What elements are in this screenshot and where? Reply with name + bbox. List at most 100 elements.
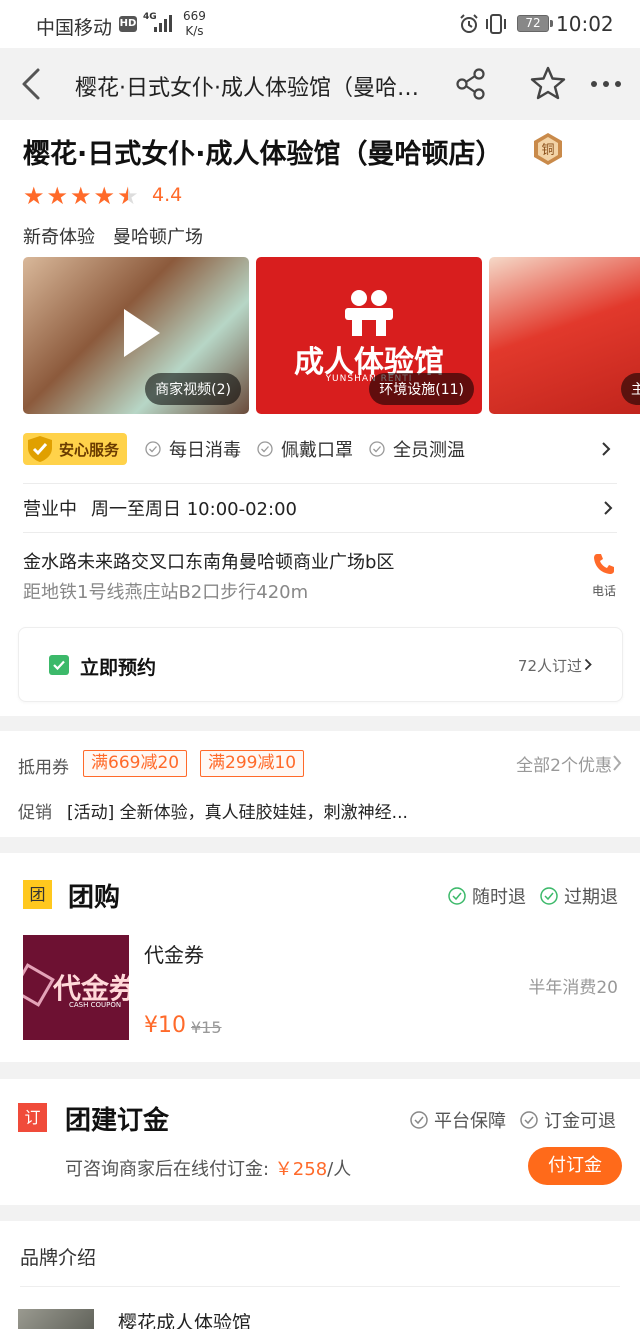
group-buy-icon: 团: [23, 880, 52, 909]
platform-guarantee-badge: 平台保障: [410, 1107, 506, 1133]
hexagon-logo-icon: [23, 963, 55, 1007]
promo-text[interactable]: [活动] 全新体验，真人硅胶娃娃，刺激神经...: [67, 798, 408, 823]
shop-name: 樱花·日式女仆·成人体验馆（曼哈顿店）: [23, 139, 503, 170]
safe-service-badge: 安心服务: [23, 433, 127, 465]
divider: [23, 483, 617, 484]
rating-score: 4.4: [152, 184, 183, 206]
check-circle-icon: [520, 1111, 538, 1129]
star-icon: ★: [46, 182, 69, 210]
share-icon[interactable]: [455, 68, 487, 100]
bronze-medal-icon: 铜: [534, 133, 562, 165]
booking-count: 72人订过: [517, 657, 582, 675]
deal-name[interactable]: 代金券: [144, 939, 204, 968]
metro-distance: 距地铁1号线燕庄站B2口步行420m: [23, 582, 309, 603]
speed-value: 669: [183, 9, 206, 23]
platform-guarantee-label: 平台保障: [434, 1111, 506, 1132]
check-circle-icon: [369, 441, 385, 457]
deal-original-price: ¥15: [191, 1018, 222, 1037]
expire-refund-badge-label: 过期退: [564, 887, 618, 908]
promo-label: 促销: [18, 803, 52, 823]
pay-deposit-button[interactable]: 付订金: [528, 1147, 622, 1185]
discounts-card: 抵用券 满669减20 满299减10 全部2个优惠 促销 [活动] 全新体验，…: [0, 731, 640, 837]
nav-title: 樱花·日式女仆·成人体验馆（曼哈顿店）: [75, 76, 425, 101]
book-now-label[interactable]: 立即预约: [80, 653, 156, 680]
coupon-tag[interactable]: 满299减10: [200, 750, 305, 777]
chevron-right-icon[interactable]: [584, 658, 592, 671]
refund-badge: 随时退: [448, 883, 526, 909]
favorite-star-icon[interactable]: [530, 66, 566, 100]
shield-icon: [28, 436, 52, 462]
deposit-desc-suffix: /人: [327, 1159, 352, 1180]
main-product-thumbnail[interactable]: 主营: [489, 257, 640, 414]
safe-service-row[interactable]: 安心服务 每日消毒 佩戴口罩 全员测温: [23, 433, 623, 465]
chevron-right-icon[interactable]: [601, 441, 611, 457]
deal-image-subtext: CASH COUPON: [69, 1001, 122, 1009]
star-icon: ★: [93, 182, 116, 210]
location-tag[interactable]: 曼哈顿广场: [113, 223, 203, 249]
hd-icon: HD: [119, 16, 137, 32]
group-buy-title: 团购: [68, 883, 121, 913]
deal-image[interactable]: 代金券 CASH COUPON: [23, 935, 129, 1040]
phone-button[interactable]: 电话: [584, 552, 624, 599]
photo-label-video: 商家视频(2): [145, 373, 241, 405]
check-circle-icon: [257, 441, 273, 457]
top-nav-bar: 樱花·日式女仆·成人体验馆（曼哈顿店）: [0, 48, 640, 120]
shop-info-card: 樱花·日式女仆·成人体验馆（曼哈顿店） 铜 ★ ★ ★ ★ ★ 4.4 新奇体验…: [0, 120, 640, 716]
safe-item-label: 全员测温: [393, 440, 465, 461]
team-deposit-card: 订 团建订金 平台保障 订金可退 可咨询商家后在线付订金: ￥258/人 付订金: [0, 1079, 640, 1205]
back-arrow-icon[interactable]: [16, 66, 46, 102]
check-circle-icon: [540, 887, 558, 905]
expire-refund-badge: 过期退: [540, 883, 618, 909]
check-circle-icon: [448, 887, 466, 905]
safe-item-label: 每日消毒: [169, 440, 241, 461]
brand-intro-title: 品牌介绍: [20, 1247, 97, 1269]
deposit-desc-prefix: 可咨询商家后在线付订金:: [65, 1159, 275, 1180]
safe-item: 每日消毒: [145, 436, 241, 462]
hours-time: 10:00-02:00: [186, 499, 297, 520]
voucher-label: 抵用券: [18, 758, 69, 778]
vibrate-icon: [486, 14, 506, 34]
category-tag[interactable]: 新奇体验: [23, 223, 95, 249]
safe-item: 佩戴口罩: [257, 436, 353, 462]
safe-service-label: 安心服务: [59, 441, 120, 459]
star-icon: ★: [70, 182, 92, 210]
phone-label: 电话: [591, 584, 616, 598]
group-buy-badges: 随时退 过期退: [448, 883, 618, 909]
chevron-right-icon[interactable]: [603, 500, 613, 516]
video-thumbnail[interactable]: 商家视频(2): [23, 257, 249, 414]
network-speed: 669 K/s: [183, 9, 206, 39]
brand-name[interactable]: 樱花成人体验馆: [118, 1308, 251, 1329]
carrier-name: 中国移动: [36, 17, 113, 39]
hours-days: 周一至周日: [91, 499, 181, 520]
check-circle-icon: [145, 441, 161, 457]
medal-text: 铜: [541, 143, 554, 158]
phone-icon: [594, 554, 614, 574]
deposit-description: 可咨询商家后在线付订金: ￥258/人: [65, 1155, 351, 1181]
environment-thumbnail[interactable]: 成人体验馆 YUNSHAN RENTI 环境设施(11): [256, 257, 482, 414]
deal-sales: 半年消费20: [528, 978, 618, 998]
photo-carousel[interactable]: 商家视频(2) 成人体验馆 YUNSHAN RENTI 环境设施(11) 主营: [23, 257, 640, 414]
shop-address[interactable]: 金水路未来路交叉口东南角曼哈顿商业广场b区: [23, 548, 394, 574]
business-hours[interactable]: 营业中 周一至周日 10:00-02:00: [23, 495, 297, 521]
hours-status: 营业中: [23, 499, 77, 520]
deposit-badges: 平台保障 订金可退: [410, 1107, 616, 1133]
deposit-price: ￥258: [274, 1159, 328, 1180]
more-dots-icon[interactable]: [588, 70, 624, 98]
half-star-icon: ★: [117, 182, 139, 210]
safe-service-items: 每日消毒 佩戴口罩 全员测温: [145, 436, 465, 462]
brand-intro-card: 品牌介绍 樱花成人体验馆: [0, 1221, 640, 1329]
brand-thumbnail[interactable]: [18, 1309, 94, 1329]
status-bar: 中国移动 HD 4G 669 K/s 72 10:02: [0, 0, 640, 48]
signal-icon: [154, 15, 172, 32]
divider: [23, 532, 617, 533]
play-icon[interactable]: [118, 305, 164, 361]
deal-price: ¥10: [144, 1013, 186, 1038]
all-offers-link[interactable]: 全部2个优惠: [516, 751, 612, 776]
deposit-refund-label: 订金可退: [544, 1111, 616, 1132]
book-now-card[interactable]: 立即预约 72人订过: [18, 627, 623, 702]
coupon-tag[interactable]: 满669减20: [83, 750, 188, 777]
chevron-right-icon[interactable]: [612, 754, 622, 772]
clock: 10:02: [556, 12, 614, 36]
speed-unit: K/s: [185, 24, 204, 38]
group-buy-card: 团 团购 随时退 过期退 代金券 CASH COUPON 代金券 半年消费20 …: [0, 853, 640, 1062]
